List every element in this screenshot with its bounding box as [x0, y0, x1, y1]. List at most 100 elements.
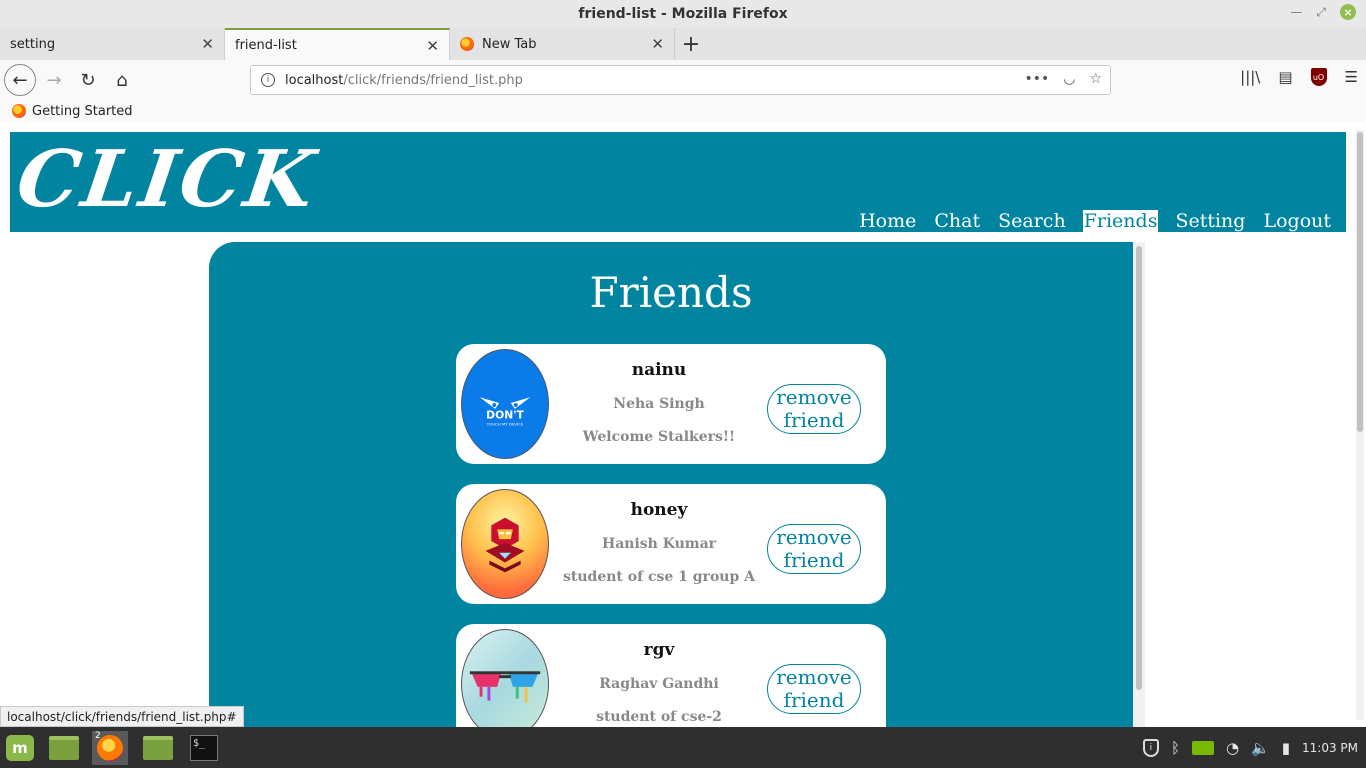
- panel-scrollbar-thumb[interactable]: [1136, 246, 1142, 690]
- friend-full-name: Hanish Kumar: [601, 536, 717, 552]
- friend-card: DON'T TOUCH MY DEVICE nainu Neha Singh W…: [456, 344, 886, 464]
- nav-friends[interactable]: Friends: [1082, 210, 1159, 232]
- forward-button[interactable]: →: [38, 64, 70, 96]
- bookmark-star-icon[interactable]: ☆: [1089, 71, 1102, 87]
- friend-username[interactable]: rgv: [554, 640, 764, 660]
- close-window-icon[interactable]: ×: [1340, 4, 1356, 20]
- url-host: localhost: [285, 72, 344, 88]
- avatar-subtext: TOUCH MY DEVICE: [486, 422, 524, 427]
- nav-setting[interactable]: Setting: [1174, 210, 1246, 232]
- friend-username[interactable]: honey: [554, 500, 764, 520]
- tab-friend-list[interactable]: friend-list ✕: [225, 28, 450, 60]
- os-taskbar: m 2 $_ i ᛒ ◔ 🔈 ▮ 11:03 PM: [0, 727, 1366, 768]
- folder-icon: [49, 736, 79, 760]
- new-tab-button[interactable]: +: [675, 28, 707, 60]
- page-actions-icon[interactable]: •••: [1024, 71, 1049, 87]
- friend-bio: student of cse-2: [596, 709, 722, 725]
- tab-label: friend-list: [235, 37, 297, 53]
- firefox-icon: [460, 37, 474, 51]
- firefox-icon: [97, 735, 123, 761]
- site-nav: Home Chat Search Friends Setting Logout: [858, 210, 1332, 232]
- home-button[interactable]: ⌂: [106, 64, 138, 96]
- reload-button[interactable]: ↻: [72, 64, 104, 96]
- remove-friend-button[interactable]: remove friend: [767, 664, 861, 714]
- linux-mint-icon: m: [6, 735, 34, 761]
- toolbar-right: |||\ ▤ uO ☰: [1240, 68, 1358, 86]
- dont-touch-avatar-image: DON'T TOUCH MY DEVICE: [462, 350, 548, 458]
- page-title: Friends: [589, 268, 753, 317]
- url-bar[interactable]: i localhost/click/friends/friend_list.ph…: [250, 65, 1111, 95]
- friend-full-name: Neha Singh: [613, 396, 705, 412]
- friend-bio: Welcome Stalkers!!: [582, 429, 736, 445]
- close-tab-icon[interactable]: ✕: [201, 35, 214, 53]
- site-info-icon[interactable]: i: [261, 73, 275, 87]
- friend-card: honey Hanish Kumar student of cse 1 grou…: [456, 484, 886, 604]
- battery-icon[interactable]: ▮: [1282, 739, 1290, 757]
- tab-label: New Tab: [482, 36, 537, 52]
- taskbar-firefox-button[interactable]: 2: [92, 731, 128, 765]
- start-menu-button[interactable]: m: [2, 731, 38, 765]
- close-tab-icon[interactable]: ✕: [426, 37, 439, 55]
- bookmarks-toolbar: Getting Started: [0, 100, 1366, 122]
- page-scrollbar[interactable]: [1356, 130, 1364, 720]
- tab-new-tab[interactable]: New Tab ✕: [450, 28, 675, 60]
- url-path: /click/friends/friend_list.php: [343, 72, 523, 88]
- maximize-icon[interactable]: ⤢: [1316, 5, 1326, 20]
- taskbar-terminal-button[interactable]: $_: [186, 731, 222, 765]
- avatar-text: DON'T: [486, 409, 524, 422]
- clock[interactable]: 11:03 PM: [1302, 741, 1358, 755]
- nav-logout[interactable]: Logout: [1262, 210, 1332, 232]
- navigation-toolbar: ← → ↻ ⌂ i localhost/click/friends/friend…: [0, 60, 1366, 100]
- folder-icon: [143, 736, 173, 760]
- pocket-icon[interactable]: ◡: [1063, 71, 1075, 87]
- library-icon[interactable]: |||\: [1240, 68, 1260, 86]
- minimize-icon[interactable]: —: [1290, 5, 1302, 19]
- tab-setting[interactable]: setting ✕: [0, 28, 225, 60]
- remove-friend-button[interactable]: remove friend: [767, 524, 861, 574]
- friend-info: honey Hanish Kumar student of cse 1 grou…: [554, 484, 764, 604]
- taskbar-files-button[interactable]: [46, 731, 82, 765]
- volume-mute-icon[interactable]: 🔈: [1251, 739, 1270, 757]
- tab-bar: setting ✕ friend-list ✕ New Tab ✕ +: [0, 28, 1366, 60]
- ublock-icon[interactable]: uO: [1310, 68, 1327, 86]
- avatar: [461, 489, 549, 599]
- page-viewport: CLICK Home Chat Search Friends Setting L…: [0, 122, 1366, 727]
- remove-friend-button[interactable]: remove friend: [767, 384, 861, 434]
- site-logo[interactable]: CLICK: [12, 134, 323, 225]
- friend-info: nainu Neha Singh Welcome Stalkers!!: [554, 344, 764, 464]
- friend-bio: student of cse 1 group A: [563, 569, 755, 585]
- taskbar-folder-button[interactable]: [140, 731, 176, 765]
- sunglasses-avatar-image: [469, 671, 541, 703]
- sidebar-icon[interactable]: ▤: [1278, 68, 1292, 86]
- friend-info: rgv Raghav Gandhi student of cse-2: [554, 624, 764, 727]
- bluetooth-icon[interactable]: ᛒ: [1171, 739, 1180, 757]
- bookmark-getting-started[interactable]: Getting Started: [32, 104, 133, 119]
- back-button[interactable]: ←: [4, 64, 36, 96]
- url-actions: ••• ◡ ☆: [1024, 71, 1102, 87]
- page-scrollbar-thumb[interactable]: [1357, 132, 1363, 432]
- firefox-icon: [12, 104, 26, 118]
- nav-chat[interactable]: Chat: [933, 210, 981, 232]
- terminal-icon: $_: [190, 735, 218, 761]
- wifi-icon[interactable]: ◔: [1226, 739, 1239, 757]
- menu-icon[interactable]: ☰: [1345, 68, 1358, 86]
- window-count-badge: 2: [95, 731, 101, 741]
- window-controls: — ⤢ ×: [1290, 4, 1356, 20]
- friend-username[interactable]: nainu: [554, 360, 764, 380]
- nav-home[interactable]: Home: [858, 210, 917, 232]
- friends-panel: Friends DON'T TOUCH MY DEVICE nainu Neha…: [209, 242, 1145, 727]
- status-link-tooltip: localhost/click/friends/friend_list.php#: [0, 706, 244, 727]
- ironman-avatar-image: [485, 517, 525, 573]
- window-titlebar: friend-list - Mozilla Firefox — ⤢ ×: [0, 0, 1366, 28]
- friend-card: rgv Raghav Gandhi student of cse-2 remov…: [456, 624, 886, 727]
- friend-full-name: Raghav Gandhi: [599, 676, 719, 692]
- avatar: DON'T TOUCH MY DEVICE: [461, 349, 549, 459]
- system-tray: i ᛒ ◔ 🔈 ▮ 11:03 PM: [1142, 727, 1358, 768]
- window-title: friend-list - Mozilla Firefox: [578, 6, 788, 22]
- nvidia-icon[interactable]: [1191, 740, 1214, 755]
- avatar: [461, 629, 549, 727]
- panel-scrollbar[interactable]: [1133, 242, 1145, 727]
- close-tab-icon[interactable]: ✕: [651, 35, 664, 53]
- update-shield-icon[interactable]: i: [1142, 738, 1159, 757]
- nav-search[interactable]: Search: [997, 210, 1067, 232]
